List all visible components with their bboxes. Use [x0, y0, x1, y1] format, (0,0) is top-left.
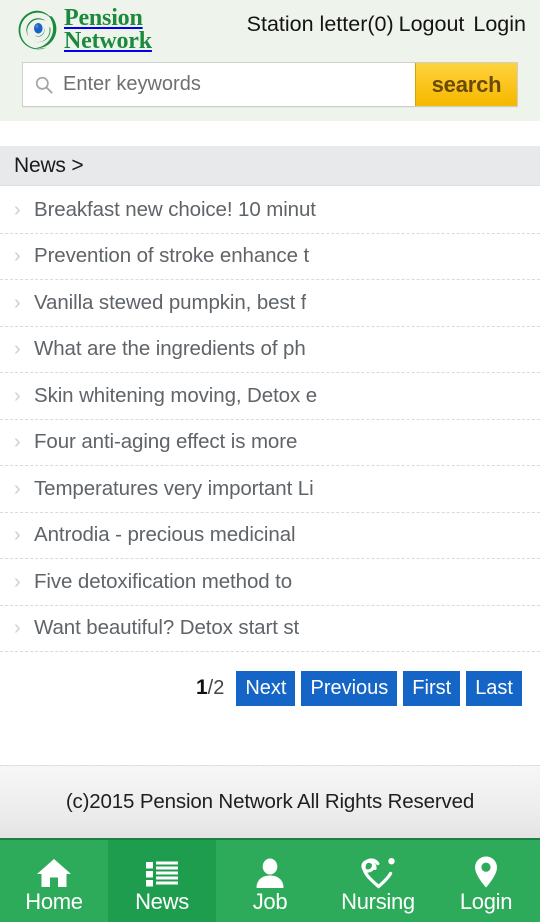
chevron-right-icon: › [14, 384, 21, 407]
previous-page-button[interactable]: Previous [301, 670, 398, 706]
list-item[interactable]: › Prevention of stroke enhance t [0, 233, 540, 280]
list-item[interactable]: › Four anti-aging effect is more [0, 419, 540, 466]
list-item[interactable]: › Vanilla stewed pumpkin, best f [0, 280, 540, 327]
search-button[interactable]: search [415, 63, 517, 106]
search-input-wrapper [23, 63, 415, 106]
logo-line-1: Pension [64, 4, 143, 31]
chevron-right-icon: › [14, 617, 21, 640]
login-link[interactable]: Login [473, 12, 526, 36]
site-logo[interactable]: Pension Network [16, 5, 152, 55]
list-item-title: Four anti-aging effect is more [34, 430, 298, 454]
chevron-right-icon: › [14, 291, 21, 314]
chevron-right-icon: › [14, 338, 21, 361]
list-item[interactable]: › Temperatures very important Li [0, 466, 540, 513]
header-content-gap [0, 122, 540, 146]
nav-label: News [135, 888, 189, 914]
list-icon [145, 853, 179, 889]
breadcrumb: News > [0, 146, 540, 186]
chevron-right-icon: › [14, 524, 21, 547]
nav-label: Nursing [341, 888, 415, 914]
nav-tab-login[interactable]: Login [432, 840, 540, 922]
chevron-right-icon: › [14, 477, 21, 500]
site-footer: (c)2015 Pension Network All Rights Reser… [0, 765, 540, 838]
list-item-title: Want beautiful? Detox start st [34, 616, 300, 640]
page-indicator: 1/2 [196, 676, 224, 700]
list-item-title: What are the ingredients of ph [34, 337, 306, 361]
site-header: Pension Network Station letter(0) Logout L… [0, 0, 540, 122]
nav-tab-job[interactable]: Job [216, 840, 324, 922]
search-bar: search [22, 62, 518, 107]
list-item-title: Breakfast new choice! 10 minut [34, 197, 316, 221]
list-item[interactable]: › Five detoxification method to [0, 559, 540, 606]
list-item[interactable]: › Skin whitening moving, Detox e [0, 373, 540, 420]
list-item[interactable]: › Antrodia - precious medicinal [0, 512, 540, 559]
list-item-title: Antrodia - precious medicinal [34, 523, 296, 547]
chevron-right-icon: › [14, 431, 21, 454]
heart-care-icon [358, 853, 398, 889]
chevron-right-icon: › [14, 198, 21, 221]
copyright-text: (c)2015 Pension Network All Rights Reser… [65, 790, 475, 813]
pagination: 1/2 Next Previous First Last [0, 668, 540, 708]
breadcrumb-label: News > [14, 153, 84, 177]
bottom-navigation: Home News Job Nursing Login [0, 838, 540, 922]
station-letter-link[interactable]: Station letter(0) [247, 12, 394, 36]
nav-label: Home [25, 888, 83, 914]
chevron-right-icon: › [14, 245, 21, 268]
news-list: › Breakfast new choice! 10 minut › Preve… [0, 187, 540, 652]
list-item[interactable]: › Breakfast new choice! 10 minut [0, 187, 540, 234]
list-item[interactable]: › Want beautiful? Detox start st [0, 605, 540, 652]
list-item-title: Skin whitening moving, Detox e [34, 383, 318, 407]
pension-network-swirl-logo-icon [16, 8, 60, 52]
logout-link[interactable]: Logout [399, 12, 465, 36]
search-input[interactable] [63, 73, 415, 96]
person-icon [254, 853, 286, 889]
home-icon [36, 853, 72, 889]
nav-tab-news[interactable]: News [108, 840, 216, 922]
header-link-group: Station letter(0) Logout Login [247, 12, 526, 37]
logo-line-2: Network [64, 28, 152, 54]
total-pages: /2 [207, 677, 225, 699]
header-top-row: Pension Network Station letter(0) Logout L… [0, 0, 540, 58]
page-root: Pension Network Station letter(0) Logout L… [0, 0, 540, 922]
list-item-title: Prevention of stroke enhance t [34, 244, 310, 268]
map-pin-icon [472, 853, 500, 889]
list-item-title: Temperatures very important Li [34, 476, 314, 500]
logo-wordmark: Pension Network [64, 4, 152, 54]
nav-label: Login [459, 888, 513, 914]
list-item-title: Five detoxification method to [34, 569, 293, 593]
next-page-button[interactable]: Next [236, 670, 296, 706]
current-page: 1 [195, 676, 208, 699]
last-page-button[interactable]: Last [466, 670, 522, 706]
list-item-title: Vanilla stewed pumpkin, best f [34, 290, 307, 314]
first-page-button[interactable]: First [403, 670, 461, 706]
nav-tab-home[interactable]: Home [0, 840, 108, 922]
list-item[interactable]: › What are the ingredients of ph [0, 326, 540, 373]
nav-tab-nursing[interactable]: Nursing [324, 840, 432, 922]
chevron-right-icon: › [14, 570, 21, 593]
nav-label: Job [252, 888, 288, 914]
search-icon [34, 75, 54, 95]
